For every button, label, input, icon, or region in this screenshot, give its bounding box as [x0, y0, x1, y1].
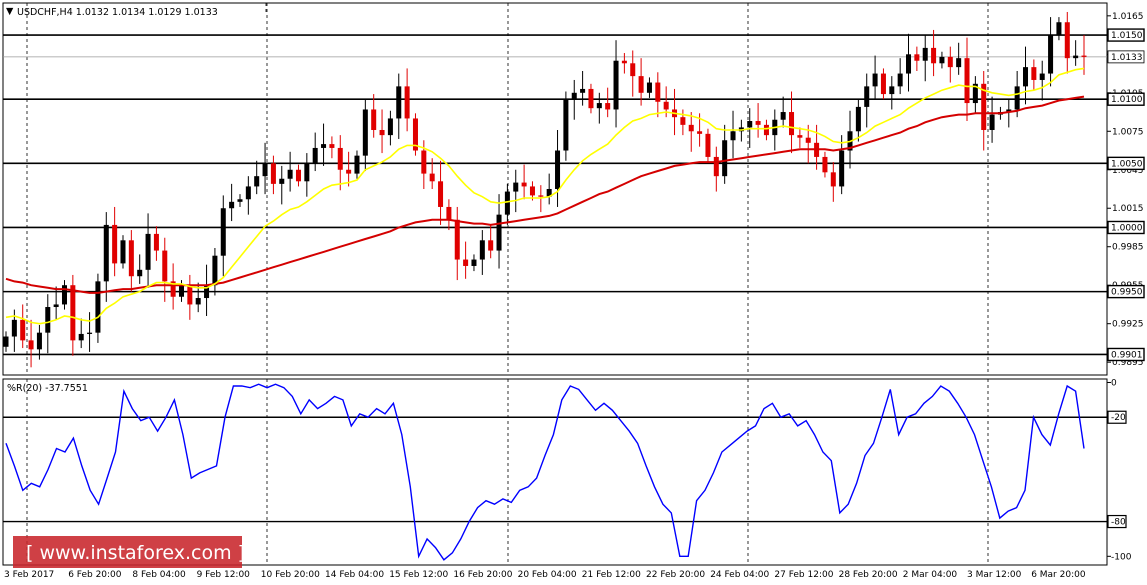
williams-r-tick-label: 0	[1111, 378, 1117, 388]
williams-r-tick-label: -100	[1111, 552, 1132, 562]
time-tick-label: 8 Feb 04:00	[132, 570, 186, 580]
chart-title: USDCHF,H4 1.0132 1.0134 1.0129 1.0133	[17, 7, 218, 18]
candle-up	[95, 273, 101, 343]
price-tick-label: 1.0075	[1112, 127, 1144, 137]
time-axis: 3 Feb 2017 6 Feb 20:00 8 Feb 04:00 9 Feb 12…	[4, 570, 1086, 580]
time-tick-label: 3 Feb 2017	[4, 570, 54, 580]
dropdown-arrow-icon[interactable]: ▼	[6, 6, 14, 17]
williams-r-tick-label: -80	[1111, 518, 1126, 528]
price-tick-label: 1.0015	[1112, 204, 1144, 214]
price-level-label: 0.9901	[1111, 350, 1143, 360]
time-tick-label: 14 Feb 04:00	[325, 570, 384, 580]
price-tick-label: 0.9985	[1112, 243, 1144, 253]
current-price-label: 1.0133	[1111, 53, 1143, 63]
time-tick-label: 6 Mar 20:00	[1031, 570, 1086, 580]
price-level-label: 1.0150	[1111, 31, 1143, 41]
price-level-label: 1.0100	[1111, 95, 1143, 105]
time-tick-label: 10 Feb 20:00	[261, 570, 320, 580]
time-tick-label: 9 Feb 12:00	[197, 570, 251, 580]
time-tick-label: 2 Mar 04:00	[903, 570, 958, 580]
watermark-text: [ www.instaforex.com ]	[26, 542, 245, 564]
time-tick-label: 21 Feb 12:00	[582, 570, 641, 580]
indicator-title: %R(20) -37.7551	[7, 383, 88, 394]
price-level-label: 0.9950	[1111, 288, 1143, 298]
williams-r-tick-label: -20	[1111, 413, 1126, 423]
time-tick-label: 20 Feb 04:00	[518, 570, 577, 580]
candle-up	[563, 91, 569, 161]
price-level-label: 1.0050	[1111, 159, 1143, 169]
price-level-label: 1.0000	[1111, 223, 1143, 233]
time-tick-label: 3 Mar 12:00	[967, 570, 1022, 580]
time-tick-label: 15 Feb 12:00	[389, 570, 448, 580]
time-tick-label: 24 Feb 04:00	[710, 570, 769, 580]
time-tick-label: 22 Feb 20:00	[646, 570, 705, 580]
price-tick-label: 1.0165	[1112, 12, 1144, 22]
time-tick-label: 28 Feb 20:00	[839, 570, 898, 580]
chart-canvas: 1.01651.01351.01051.00751.00451.00150.99…	[0, 0, 1147, 585]
price-tick-label: 0.9925	[1112, 320, 1144, 330]
time-tick-label: 6 Feb 20:00	[68, 570, 122, 580]
candle-down	[412, 113, 418, 156]
time-tick-label: 27 Feb 12:00	[774, 570, 833, 580]
time-tick-label: 16 Feb 20:00	[453, 570, 512, 580]
